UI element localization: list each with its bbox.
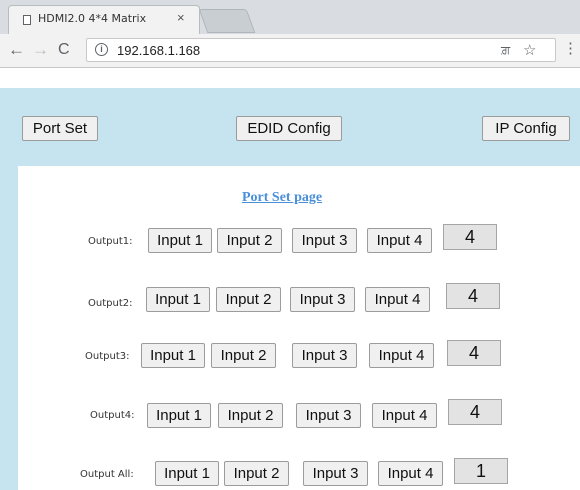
- page-top-margin: [0, 68, 580, 88]
- output2-input3-button[interactable]: Input 3: [290, 287, 355, 312]
- reload-icon[interactable]: C: [58, 41, 70, 59]
- browser-toolbar: ← → C i 192.168.1.168 ਗ਼ ☆ ⋮: [0, 34, 580, 68]
- browser-tab-strip: HDMI2.0 4*4 Matrix ×: [0, 0, 580, 34]
- output4-input2-button[interactable]: Input 2: [218, 403, 283, 428]
- edid-config-button[interactable]: EDID Config: [236, 116, 342, 141]
- output3-input3-button[interactable]: Input 3: [292, 343, 357, 368]
- output-all-value: 1: [454, 458, 508, 484]
- tab-title: HDMI2.0 4*4 Matrix: [38, 12, 147, 25]
- output1-label: Output1:: [88, 236, 133, 247]
- output1-input1-button[interactable]: Input 1: [148, 228, 212, 253]
- output-all-input3-button[interactable]: Input 3: [303, 461, 368, 486]
- output3-input4-button[interactable]: Input 4: [369, 343, 434, 368]
- output1-input4-button[interactable]: Input 4: [367, 228, 432, 253]
- url-text[interactable]: 192.168.1.168: [117, 43, 200, 58]
- bookmark-star-icon[interactable]: ☆: [523, 41, 536, 59]
- address-bar[interactable]: i 192.168.1.168 ਗ਼ ☆: [86, 38, 556, 62]
- output-all-input1-button[interactable]: Input 1: [155, 461, 219, 486]
- output2-input1-button[interactable]: Input 1: [146, 287, 210, 312]
- output2-input4-button[interactable]: Input 4: [365, 287, 430, 312]
- output4-input4-button[interactable]: Input 4: [372, 403, 437, 428]
- output3-value: 4: [447, 340, 501, 366]
- output3-label: Output3:: [85, 351, 130, 362]
- output4-value: 4: [448, 399, 502, 425]
- browser-tab[interactable]: HDMI2.0 4*4 Matrix ×: [8, 5, 200, 34]
- back-icon[interactable]: ←: [8, 41, 25, 59]
- port-set-button[interactable]: Port Set: [22, 116, 98, 141]
- left-border-strip: [0, 166, 18, 490]
- new-tab-button[interactable]: [198, 9, 256, 33]
- output4-label: Output4:: [90, 410, 135, 421]
- output1-input3-button[interactable]: Input 3: [292, 228, 357, 253]
- output4-input3-button[interactable]: Input 3: [296, 403, 361, 428]
- ip-config-button[interactable]: IP Config: [482, 116, 570, 141]
- info-icon[interactable]: i: [95, 43, 108, 56]
- page-title: Port Set page: [242, 190, 323, 205]
- output-all-label: Output All:: [80, 469, 134, 480]
- translate-icon[interactable]: ਗ਼: [501, 43, 510, 58]
- close-tab-icon[interactable]: ×: [177, 10, 185, 25]
- main-panel: [18, 166, 580, 490]
- page-icon: [23, 15, 31, 25]
- menu-icon[interactable]: ⋮: [563, 41, 578, 56]
- output1-input2-button[interactable]: Input 2: [217, 228, 282, 253]
- output4-input1-button[interactable]: Input 1: [147, 403, 211, 428]
- output2-value: 4: [446, 283, 500, 309]
- output-all-input4-button[interactable]: Input 4: [378, 461, 443, 486]
- output3-input2-button[interactable]: Input 2: [211, 343, 276, 368]
- output3-input1-button[interactable]: Input 1: [141, 343, 205, 368]
- output-all-input2-button[interactable]: Input 2: [224, 461, 289, 486]
- output1-value: 4: [443, 224, 497, 250]
- output2-label: Output2:: [88, 298, 133, 309]
- forward-icon[interactable]: →: [32, 41, 49, 59]
- output2-input2-button[interactable]: Input 2: [216, 287, 281, 312]
